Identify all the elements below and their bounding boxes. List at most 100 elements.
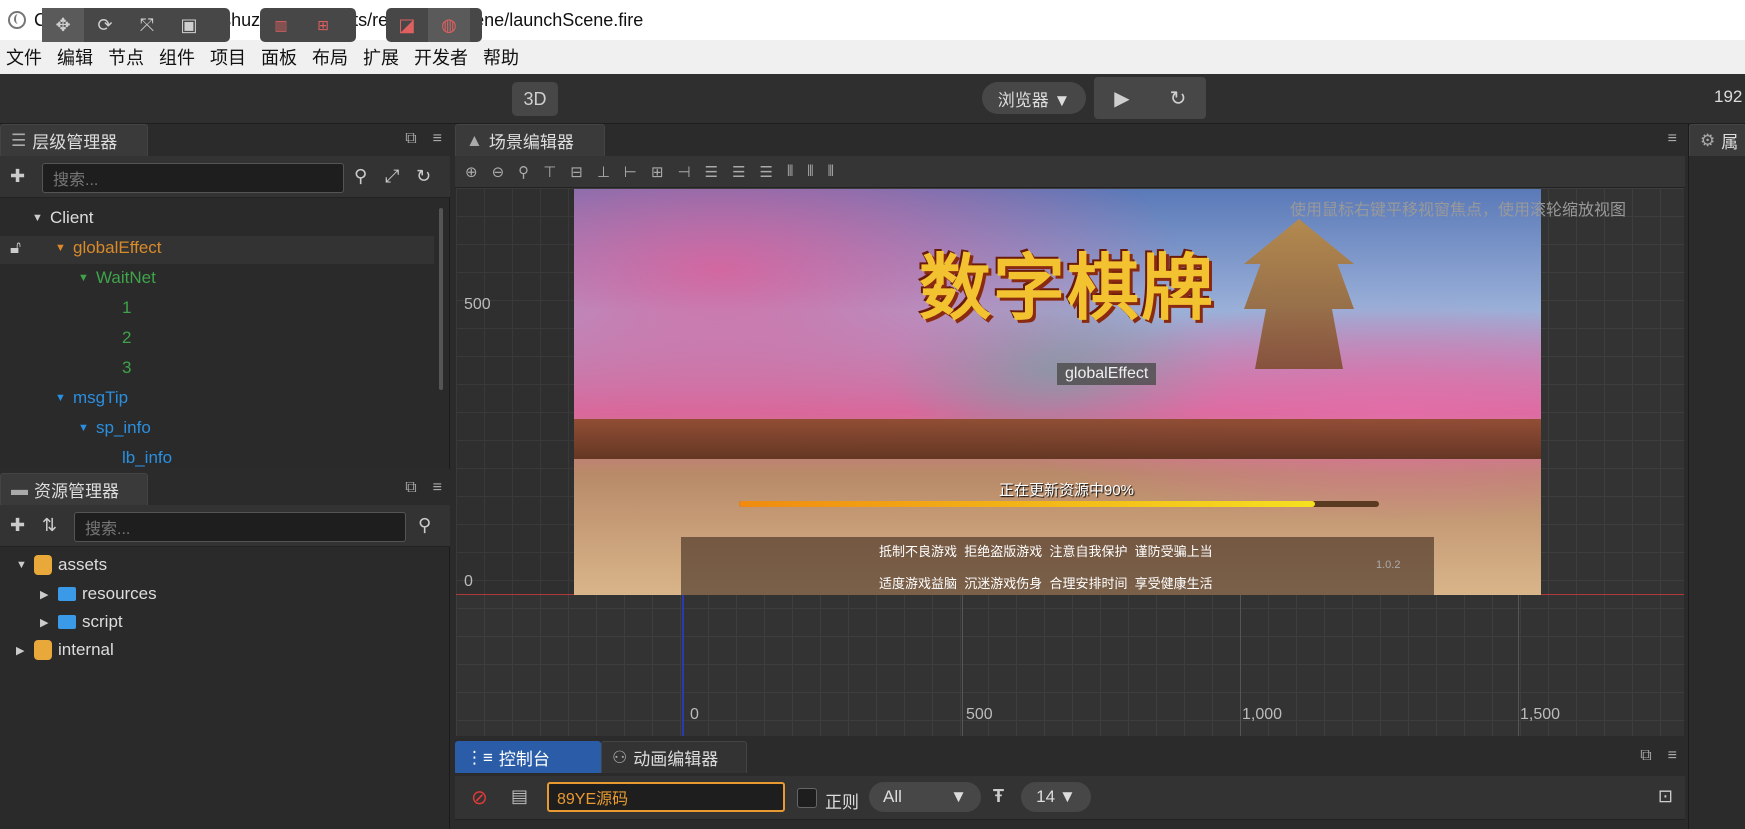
sort-icon[interactable]: ⇅ <box>42 515 57 536</box>
tab-hierarchy[interactable]: ☰ 层级管理器 <box>0 124 148 156</box>
add-node-icon[interactable]: ✚ <box>10 166 25 187</box>
console-tab-label: 控制台 <box>498 750 550 769</box>
clear-icon[interactable]: ⊘ <box>471 785 488 810</box>
asset-root-assets[interactable]: ▼ assets <box>16 555 107 575</box>
play-icon[interactable]: ▶ <box>1094 77 1150 119</box>
menu-developer[interactable]: 开发者 <box>408 44 477 70</box>
tree-node-1[interactable]: 1 <box>122 298 131 318</box>
global-space-icon[interactable]: ◍ <box>428 8 470 42</box>
tree-node-globaleffect[interactable]: ▼ globalEffect <box>55 238 162 258</box>
tab-scene-editor[interactable]: ▲ 场景编辑器 <box>455 124 605 156</box>
ruler-x-label: 500 <box>966 706 993 723</box>
folder-icon <box>58 615 76 629</box>
log-level-select[interactable]: All ▼ <box>869 782 981 812</box>
node-label: WaitNet <box>96 268 156 287</box>
search-icon[interactable]: ⚲ <box>354 166 367 187</box>
distribute-right-icon[interactable]: ⫴ <box>828 163 834 180</box>
collapse-icon[interactable]: ⊡ <box>1658 786 1673 807</box>
align-bottom-icon[interactable]: ⊥ <box>597 163 610 181</box>
asset-label: resources <box>82 584 157 603</box>
menu-bar: 文件 编辑 节点 组件 项目 面板 布局 扩展 开发者 帮助 <box>0 40 1745 74</box>
hierarchy-scrollbar[interactable] <box>439 208 443 390</box>
pivot-icon[interactable]: ▥ <box>260 8 302 42</box>
terminal-icon: ⋮≡ <box>466 747 493 767</box>
popout-icon[interactable]: ⧉ <box>405 479 416 497</box>
align-left-icon[interactable]: ⊢ <box>624 163 637 181</box>
menu-panel[interactable]: 面板 <box>255 44 306 70</box>
chevron-down-icon: ▼ <box>1059 787 1076 806</box>
hierarchy-header: ☰ 层级管理器 ⧉ ≡ <box>0 124 450 156</box>
assets-search-input[interactable]: 搜索... <box>74 512 406 542</box>
tree-node-sp-info[interactable]: ▼ sp_info <box>78 418 151 438</box>
distribute-hcenter-icon[interactable]: ⫴ <box>807 163 813 180</box>
menu-node[interactable]: 节点 <box>102 44 153 70</box>
tree-node-client[interactable]: ▼ Client <box>32 208 93 228</box>
expand-icon[interactable]: ⤢ <box>385 166 399 187</box>
console-filter-input[interactable]: 89YE源码 <box>547 782 785 812</box>
panel-menu-icon[interactable]: ≡ <box>433 479 442 497</box>
ruler-x-label: 1,500 <box>1520 706 1561 723</box>
panel-menu-icon[interactable]: ≡ <box>1668 130 1677 148</box>
rect-tool-icon[interactable]: ▣ <box>168 8 210 42</box>
tab-inspector[interactable]: ⚙ 属 <box>1689 124 1745 156</box>
refresh-icon[interactable]: ↻ <box>416 166 431 187</box>
tab-assets[interactable]: ▬ 资源管理器 <box>0 473 148 505</box>
menu-file[interactable]: 文件 <box>0 44 51 70</box>
tree-node-lb-info[interactable]: lb_info <box>122 448 172 468</box>
3d-toggle-button[interactable]: 3D <box>512 82 558 116</box>
distribute-bottom-icon[interactable]: ☰ <box>760 163 773 181</box>
popout-icon[interactable]: ⧉ <box>405 130 416 148</box>
menu-extension[interactable]: 扩展 <box>357 44 408 70</box>
menu-help[interactable]: 帮助 <box>477 44 528 70</box>
ruler-y-label: 0 <box>464 573 473 590</box>
center-icon[interactable]: ⊞ <box>302 8 344 42</box>
chevron-down-icon: ▼ <box>950 787 967 806</box>
panel-menu-icon[interactable]: ≡ <box>1668 747 1677 765</box>
ruler-x-label: 0 <box>690 706 699 723</box>
zoom-out-icon[interactable]: ⊖ <box>492 163 505 181</box>
refresh-icon[interactable]: ↻ <box>1150 77 1206 119</box>
tab-animation-editor[interactable]: ⚇ 动画编辑器 <box>601 741 747 773</box>
menu-layout[interactable]: 布局 <box>306 44 357 70</box>
log-file-icon[interactable]: ▤ <box>511 786 528 807</box>
preview-platform-select[interactable]: 浏览器 ▼ <box>982 82 1086 114</box>
menu-edit[interactable]: 编辑 <box>51 44 102 70</box>
hierarchy-search-input[interactable]: 搜索... <box>42 163 344 193</box>
regex-checkbox[interactable] <box>797 788 817 808</box>
align-hcenter-icon[interactable]: ⊞ <box>651 163 664 181</box>
popout-icon[interactable]: ⧉ <box>1640 747 1651 765</box>
tab-console[interactable]: ⋮≡ 控制台 <box>455 741 601 773</box>
rotate-tool-icon[interactable]: ⟳ <box>84 8 126 42</box>
collapsed-triangle-icon: ▶ <box>40 588 49 601</box>
tree-node-msgtip[interactable]: ▼ msgTip <box>55 388 128 408</box>
distribute-top-icon[interactable]: ☰ <box>705 163 718 181</box>
font-size-select[interactable]: 14 ▼ <box>1021 782 1091 812</box>
move-tool-icon[interactable]: ✥ <box>42 8 84 42</box>
zoom-in-icon[interactable]: ⊕ <box>465 163 478 181</box>
search-icon[interactable]: ⚲ <box>418 515 431 536</box>
tree-node-2[interactable]: 2 <box>122 328 131 348</box>
align-vcenter-icon[interactable]: ⊟ <box>570 163 583 181</box>
distribute-vcenter-icon[interactable]: ☰ <box>732 163 745 181</box>
align-top-icon[interactable]: ⊤ <box>543 163 556 181</box>
panel-menu-icon[interactable]: ≡ <box>433 130 442 148</box>
scale-tool-icon[interactable]: ⤧ <box>126 8 168 42</box>
collapsed-triangle-icon: ▶ <box>40 616 49 629</box>
lock-icon[interactable]: 🔓︎ <box>10 238 21 258</box>
align-right-icon[interactable]: ⊣ <box>678 163 691 181</box>
tree-node-3[interactable]: 3 <box>122 358 131 378</box>
menu-component[interactable]: 组件 <box>153 44 204 70</box>
tree-node-waitnet[interactable]: ▼ WaitNet <box>78 268 156 288</box>
add-asset-icon[interactable]: ✚ <box>10 515 25 536</box>
menu-project[interactable]: 项目 <box>204 44 255 70</box>
asset-root-internal[interactable]: ▶ internal <box>16 640 114 660</box>
folder-icon: ▬ <box>11 479 28 499</box>
local-space-icon[interactable]: ◪ <box>386 8 428 42</box>
distribute-left-icon[interactable]: ⫴ <box>787 163 793 180</box>
asset-folder-resources[interactable]: ▶ resources <box>40 584 157 604</box>
asset-folder-script[interactable]: ▶ script <box>40 612 123 632</box>
console-toolbar: ⊘ ▤ 89YE源码 正则 All ▼ Ŧ 14 ▼ ⊡ <box>455 776 1685 820</box>
scene-icon: ▲ <box>466 130 483 150</box>
zoom-reset-icon[interactable]: ⚲ <box>518 163 529 181</box>
version-label: 1.0.2 <box>1376 559 1401 571</box>
